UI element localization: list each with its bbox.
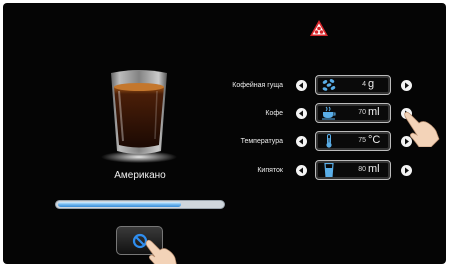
arrow-right-icon — [405, 82, 409, 89]
hot-water-value-box: 80 ml — [315, 160, 391, 180]
grounds-decrease-button[interactable] — [296, 80, 307, 91]
grounds-unit: g — [368, 78, 375, 90]
arrow-left-icon — [299, 110, 303, 117]
coffee-beans-icon — [322, 79, 336, 91]
param-label-grounds: Кофейная гуща — [232, 82, 283, 89]
americano-cup-image — [101, 70, 177, 163]
coffee-unit: ml — [368, 106, 380, 118]
brew-progress-bar — [55, 200, 225, 209]
temperature-decrease-button[interactable] — [296, 136, 307, 147]
arrow-left-icon — [299, 167, 303, 174]
hot-water-increase-button[interactable] — [401, 165, 412, 176]
coffee-value-box: 70 ml — [315, 103, 391, 123]
coffee-value: 70 — [358, 109, 366, 116]
hot-water-decrease-button[interactable] — [296, 165, 307, 176]
brew-progress-fill — [58, 202, 181, 207]
grounds-value: 4 — [362, 81, 366, 88]
brand-logo-icon — [310, 20, 328, 36]
pointing-hand-icon — [145, 239, 177, 264]
temperature-unit: °C — [368, 134, 381, 146]
drink-name: Американо — [114, 170, 166, 181]
temperature-value-box: 75 °C — [315, 131, 391, 151]
pointing-hand-icon — [404, 111, 440, 147]
grounds-value-box: 4 g — [315, 75, 391, 95]
temperature-value: 75 — [358, 137, 366, 144]
arrow-left-icon — [299, 82, 303, 89]
hot-water-unit: ml — [368, 163, 380, 175]
coffee-decrease-button[interactable] — [296, 108, 307, 119]
arrow-right-icon — [405, 167, 409, 174]
param-label-coffee: Кофе — [265, 110, 283, 117]
param-label-hot-water: Кипяток — [257, 167, 283, 174]
coffee-cup-icon — [322, 106, 336, 120]
grounds-increase-button[interactable] — [401, 80, 412, 91]
arrow-left-icon — [299, 138, 303, 145]
thermometer-icon — [326, 134, 332, 148]
water-glass-icon — [324, 163, 334, 177]
param-label-temperature: Температура — [240, 138, 283, 145]
hot-water-value: 80 — [358, 166, 366, 173]
coffee-machine-screen: Американо Кофейная гуща 4 g Кофе 70 ml Т… — [3, 3, 446, 264]
